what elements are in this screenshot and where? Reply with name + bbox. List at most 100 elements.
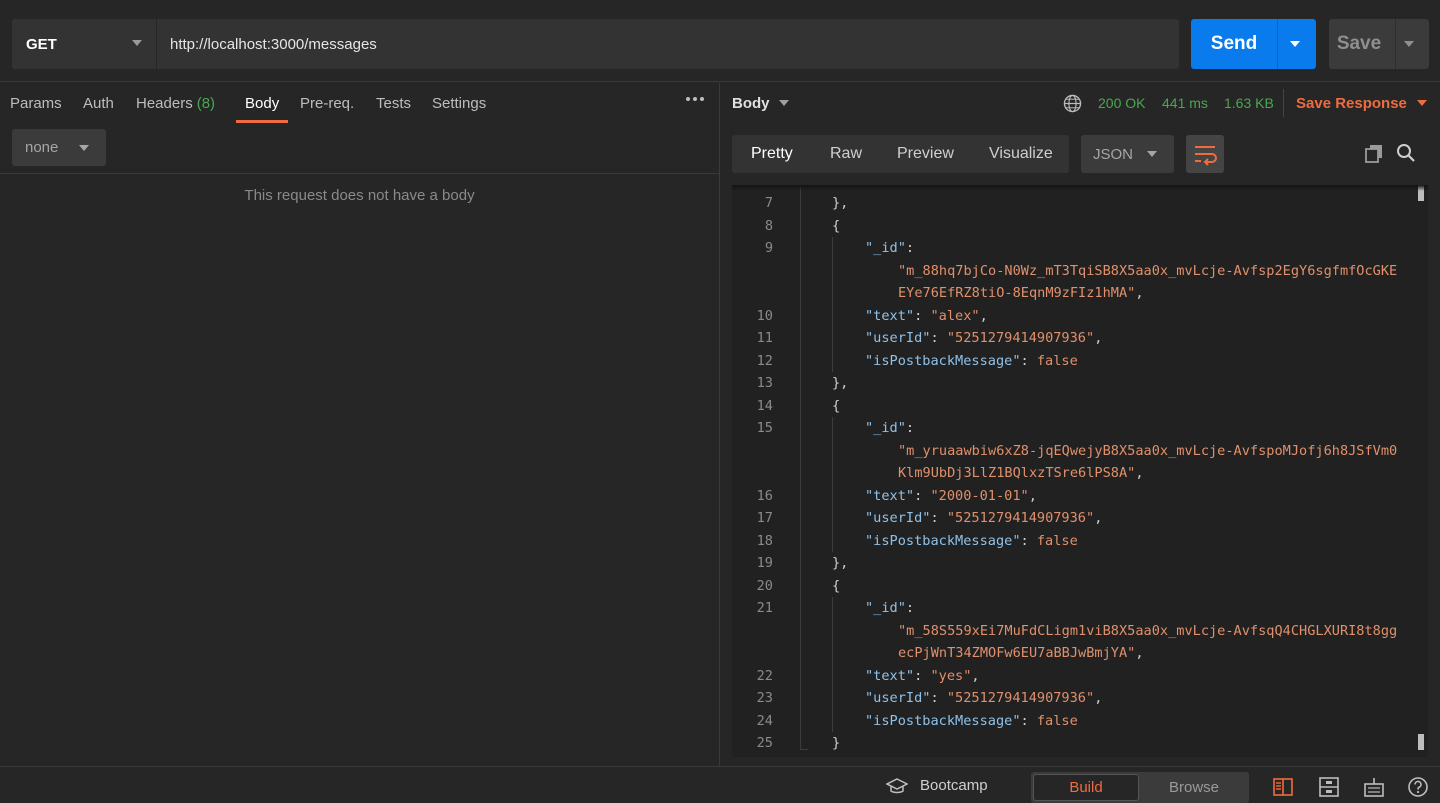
request-bar: GET http://localhost:3000/messages Send … (0, 0, 1440, 82)
code-text: "m_88hq7bjCo-N0Wz_mT3TqiSB8X5aa0x_mvLcje… (898, 262, 1398, 279)
tab-auth[interactable]: Auth (83, 83, 114, 123)
line-number: 13 (756, 375, 773, 391)
response-section-select[interactable]: Body (732, 83, 789, 123)
tab-settings[interactable]: Settings (432, 83, 486, 123)
code-line: 10 "text": "alex", (732, 305, 1412, 328)
code-line: 23 "userId": "5251279414907936", (732, 687, 1412, 710)
line-number: 24 (756, 712, 773, 729)
send-divider (1277, 19, 1278, 69)
search-icon[interactable] (1396, 143, 1416, 163)
body-type-value: none (25, 139, 59, 156)
bootcamp-button[interactable]: Bootcamp (886, 767, 988, 803)
line-number: 15 (756, 420, 773, 436)
keyboard-shortcuts-icon[interactable] (1363, 776, 1385, 798)
indent-guide (800, 185, 801, 749)
code-line: 7}, (732, 192, 1412, 215)
line-number: 18 (756, 532, 773, 549)
chevron-down-icon (132, 40, 142, 46)
line-number: 11 (756, 330, 773, 346)
chevron-down-icon (1416, 100, 1427, 106)
save-label: Save (1336, 33, 1382, 54)
code-line: 21 "_id": (732, 597, 1412, 620)
tab-label: Settings (432, 94, 487, 112)
tab-preview[interactable]: Preview (897, 135, 954, 173)
code-line: EYe76EfRZ8tiO-8EqnM9zFIz1hMA", (732, 282, 1412, 305)
line-number: 22 (756, 667, 773, 684)
tab-pretty[interactable]: Pretty (751, 135, 793, 173)
tab-label: Params (10, 94, 62, 112)
code-text: "userId": "5251279414907936", (865, 330, 1103, 346)
build-mode-button[interactable]: Build (1033, 774, 1139, 801)
status-code[interactable]: 200 OK (1098, 83, 1145, 123)
url-text: http://localhost:3000/messages (170, 35, 377, 53)
response-time[interactable]: 441 ms (1162, 83, 1208, 123)
code-text: ecPjWnT34ZMOFw6EU7aBBJwBmjYA", (898, 645, 1144, 661)
response-size[interactable]: 1.63 KB (1224, 83, 1274, 123)
code-text: "text": "alex", (865, 307, 988, 324)
line-number: 9 (764, 240, 773, 256)
chevron-down-icon (79, 145, 89, 151)
code-line: "m_88hq7bjCo-N0Wz_mT3TqiSB8X5aa0x_mvLcje… (732, 260, 1412, 283)
more-options-icon[interactable] (686, 97, 704, 101)
code-line: 19}, (732, 552, 1412, 575)
save-options-chevron-icon[interactable] (1404, 41, 1414, 47)
tab-pre-request[interactable]: Pre-req. (300, 83, 354, 123)
code-text: "_id": (865, 600, 915, 616)
code-line: "m_yruaawbiw6xZ8-jqEQwejyB8X5aa0x_mvLcje… (732, 440, 1412, 463)
view-tab-label: Visualize (989, 145, 1053, 162)
code-text: Klm9UbDj3LlZ1BQlxzTSre6lPS8A", (898, 465, 1144, 481)
help-icon[interactable] (1407, 776, 1429, 798)
build-label: Build (1069, 779, 1103, 796)
send-button[interactable]: Send (1191, 19, 1316, 69)
view-tab-label: Pretty (751, 145, 793, 162)
code-line: 11 "userId": "5251279414907936", (732, 327, 1412, 350)
tab-raw[interactable]: Raw (830, 135, 862, 173)
status-bar: Bootcamp Build Browse (0, 766, 1440, 803)
method-label: GET (26, 35, 57, 53)
tab-tests[interactable]: Tests (376, 83, 411, 123)
indent-guide (832, 417, 833, 552)
code-text: } (832, 735, 841, 751)
line-number: 10 (756, 307, 773, 324)
save-button[interactable]: Save (1329, 19, 1429, 69)
response-header: Body 200 OK 441 ms 1.63 KB Save Response (720, 83, 1440, 123)
code-line: ecPjWnT34ZMOFw6EU7aBBJwBmjYA", (732, 642, 1412, 665)
indent-guide (832, 237, 833, 372)
send-options-chevron-icon[interactable] (1290, 41, 1300, 47)
vertical-scrollbar[interactable] (1418, 185, 1426, 757)
save-response-button[interactable]: Save Response (1296, 83, 1427, 123)
method-select[interactable]: GET (12, 19, 156, 69)
format-select[interactable]: JSON (1081, 135, 1174, 173)
graduation-cap-icon (886, 777, 908, 793)
layout-icon[interactable] (1318, 776, 1340, 798)
code-line: 8{ (732, 215, 1412, 238)
tab-label: Auth (83, 94, 114, 112)
save-response-label: Save Response (1296, 94, 1407, 112)
wrap-lines-icon[interactable] (1186, 135, 1224, 173)
code-text: "isPostbackMessage": false (865, 532, 1078, 549)
url-input[interactable]: http://localhost:3000/messages (157, 19, 1179, 69)
response-pane: Body 200 OK 441 ms 1.63 KB Save Response… (720, 83, 1440, 766)
line-number: 8 (764, 217, 773, 234)
bootcamp-label: Bootcamp (920, 777, 988, 794)
code-text: { (832, 217, 841, 234)
tab-headers[interactable]: Headers (8) (136, 83, 215, 123)
divider (1283, 89, 1284, 117)
tab-visualize[interactable]: Visualize (989, 135, 1053, 173)
browse-mode-button[interactable]: Browse (1141, 774, 1247, 801)
line-number: 14 (756, 397, 773, 414)
chevron-down-icon (778, 100, 789, 106)
request-pane: Params Auth Headers (8) Body Pre-req. Te… (0, 83, 719, 766)
copy-icon[interactable] (1364, 143, 1384, 163)
scrollbar-thumb[interactable] (1418, 734, 1424, 750)
tab-params[interactable]: Params (10, 83, 62, 123)
view-tab-label: Raw (830, 145, 863, 162)
tab-label: Tests (376, 94, 412, 112)
tab-body[interactable]: Body (236, 83, 289, 123)
code-line: 18 "isPostbackMessage": false (732, 530, 1412, 553)
body-type-select[interactable]: none (12, 129, 106, 166)
globe-icon[interactable] (1063, 94, 1082, 113)
response-body-viewer[interactable]: 7}, 8{9 "_id": "m_88hq7bjCo-N0Wz_mT3TqiSB8X… (732, 185, 1428, 757)
format-value: JSON (1093, 145, 1134, 163)
two-pane-view-icon[interactable] (1272, 776, 1294, 798)
